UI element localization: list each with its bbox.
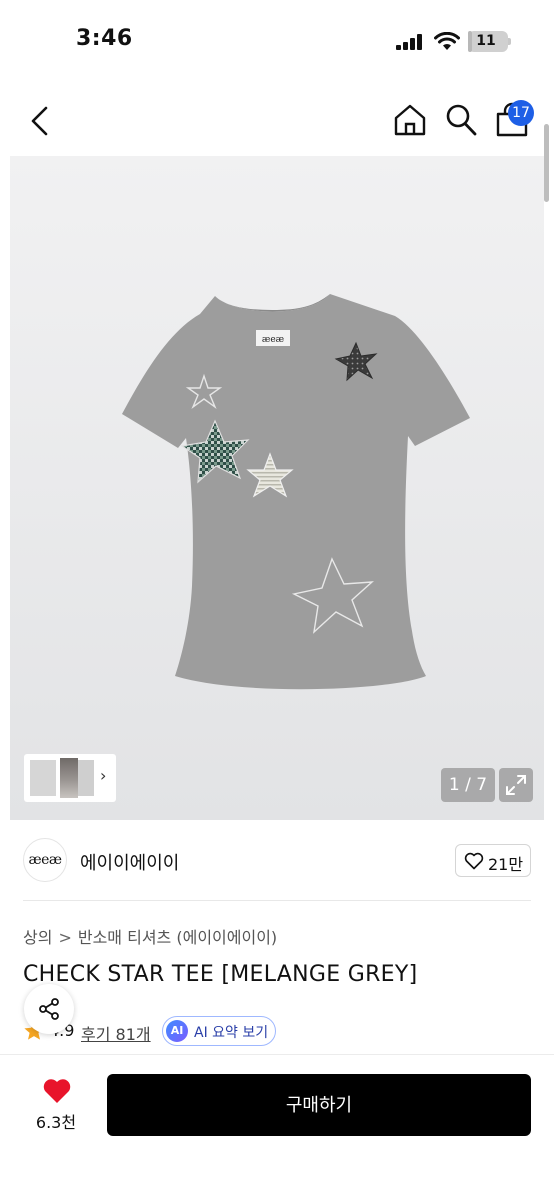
chevron-left-icon[interactable] (26, 104, 56, 138)
product-image: æeæ (122, 294, 470, 690)
cart-badge: 17 (508, 100, 534, 126)
battery-cap (508, 38, 511, 45)
product-title: CHECK STAR TEE [MELANGE GREY] (23, 962, 418, 987)
ai-summary-label: AI 요약 보기 (194, 1025, 269, 1041)
battery-icon: 11 (468, 31, 508, 52)
divider (23, 900, 531, 901)
chevron-right-icon[interactable]: › (100, 766, 106, 785)
heart-filled-icon (43, 1079, 71, 1103)
fullscreen-button[interactable] (499, 768, 533, 802)
home-icon[interactable] (392, 102, 428, 138)
status-bar: 3:46 11 (0, 0, 554, 80)
wifi-icon (434, 32, 460, 50)
ai-summary-button[interactable]: AI AI 요약 보기 (162, 1016, 276, 1046)
ai-badge: AI (166, 1020, 188, 1042)
brand-row[interactable]: æeæ 에이이에이이 21만 (0, 836, 554, 886)
brand-logo[interactable]: æeæ (23, 838, 67, 882)
thumbnail-image[interactable] (30, 760, 56, 796)
brand-like-button[interactable]: 21만 (455, 844, 531, 877)
brand-name[interactable]: 에이이에이이 (80, 849, 179, 875)
wishlist-button[interactable]: 6.3천 (28, 1073, 84, 1137)
shirt-label: æeæ (262, 335, 284, 345)
wishlist-count: 6.3천 (35, 1113, 77, 1132)
breadcrumb-subcategory[interactable]: 반소매 티셔츠 (에이이에이이) (78, 928, 277, 947)
breadcrumb: 상의 > 반소매 티셔츠 (에이이에이이) (23, 924, 277, 948)
battery-text: 11 (476, 33, 496, 49)
product-gallery[interactable]: æeæ › 1 / 7 (10, 156, 544, 820)
image-page-counter: 1 / 7 (441, 768, 495, 802)
signal-icon (396, 34, 422, 50)
thumbnail-image[interactable] (60, 758, 78, 798)
breadcrumb-category[interactable]: 상의 (23, 928, 52, 947)
thumbnail-strip[interactable]: › (24, 754, 116, 802)
status-time: 3:46 (76, 26, 133, 51)
brand-like-count: 21만 (488, 855, 524, 874)
buy-button[interactable]: 구매하기 (107, 1074, 531, 1136)
expand-icon (506, 775, 526, 795)
share-icon (39, 998, 59, 1020)
thumbnail-image[interactable] (78, 760, 94, 796)
search-icon[interactable] (444, 102, 478, 138)
review-count-link[interactable]: 후기 81개 (81, 1021, 151, 1045)
scroll-indicator[interactable] (544, 124, 549, 202)
breadcrumb-separator: > (58, 928, 72, 947)
share-button[interactable] (24, 984, 74, 1034)
heart-outline-icon (464, 852, 484, 870)
nav-bar (0, 90, 554, 150)
bottom-action-bar: 6.3천 구매하기 (0, 1054, 554, 1200)
